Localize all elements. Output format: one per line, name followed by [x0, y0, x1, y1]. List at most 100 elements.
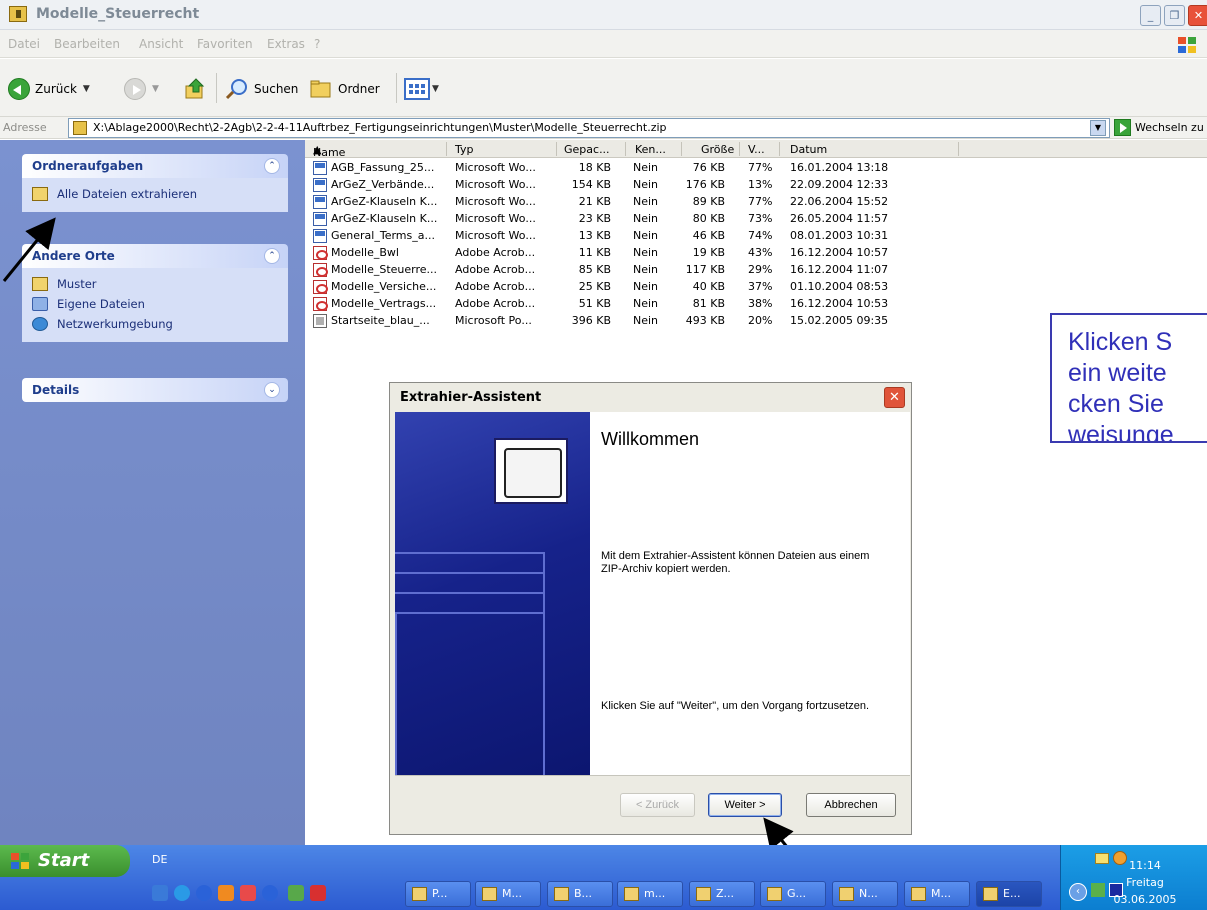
folder-tasks-header[interactable]: Ordneraufgaben ⌃: [22, 154, 288, 178]
network-tray-icon[interactable]: [1091, 883, 1105, 897]
media-icon[interactable]: [262, 885, 278, 901]
word-file-icon: [313, 178, 327, 192]
minimize-button[interactable]: _: [1140, 5, 1161, 26]
file-row[interactable]: General_Terms_a... Microsoft Wo... 13 KB Ne…: [305, 228, 965, 244]
maximize-button[interactable]: ❐: [1164, 5, 1185, 26]
folders-button[interactable]: Ordner: [308, 77, 380, 101]
windows-logo-icon: [1178, 37, 1196, 53]
clock-icon[interactable]: [218, 885, 234, 901]
start-button[interactable]: Start: [0, 845, 130, 877]
file-name: Modelle_Steuerre...: [331, 263, 438, 276]
file-row[interactable]: AGB_Fassung_25... Microsoft Wo... 18 KB Nei…: [305, 160, 965, 176]
taskbar-button[interactable]: E...: [976, 881, 1042, 907]
next-button[interactable]: Weiter >: [708, 793, 782, 817]
app-icon: [412, 887, 427, 901]
address-input[interactable]: X:\Ablage2000\Recht\2-2Agb\2-2-4-11Auftr…: [68, 118, 1110, 138]
taskbar-button[interactable]: M...: [475, 881, 541, 907]
file-packed: 154 KB: [571, 178, 611, 191]
pdf-icon[interactable]: [240, 885, 256, 901]
chevron-down-icon: ▼: [82, 84, 90, 94]
taskbar-button[interactable]: P...: [405, 881, 471, 907]
menu-help[interactable]: ?: [314, 37, 320, 51]
users-icon[interactable]: [288, 885, 304, 901]
app-icon: [554, 887, 569, 901]
column-type[interactable]: Typ: [455, 143, 474, 156]
other-places-header[interactable]: Andere Orte ⌃: [22, 244, 288, 268]
collapse-icon[interactable]: ⌃: [264, 248, 280, 264]
details-title: Details: [32, 383, 80, 397]
taskbar-button[interactable]: B...: [547, 881, 613, 907]
details-header[interactable]: Details ⌄: [22, 378, 288, 402]
menu-ansicht[interactable]: Ansicht: [139, 37, 183, 51]
database-icon[interactable]: [310, 885, 326, 901]
place-label: Muster: [57, 277, 97, 291]
other-places-title: Andere Orte: [32, 249, 115, 263]
taskbar-button[interactable]: Z...: [689, 881, 755, 907]
views-button[interactable]: ▼: [404, 77, 439, 101]
file-pw: Nein: [633, 314, 659, 327]
my-documents-icon: [32, 297, 48, 311]
search-button[interactable]: Suchen: [224, 77, 298, 101]
go-button[interactable]: Wechseln zu: [1135, 121, 1204, 134]
taskbar-button[interactable]: M...: [904, 881, 970, 907]
back-button[interactable]: Zurück ▼: [8, 77, 90, 101]
pdf-file-icon: [313, 280, 328, 294]
place-eigene-dateien[interactable]: Eigene Dateien: [22, 294, 288, 314]
column-size[interactable]: Größe: [701, 143, 734, 156]
expand-icon[interactable]: ⌄: [264, 382, 280, 398]
place-netzwerkumgebung[interactable]: Netzwerkumgebung: [22, 314, 288, 334]
file-date: 22.09.2004 12:33: [790, 178, 889, 191]
outlook-icon[interactable]: [152, 885, 168, 901]
list-header: Name ▲ Typ Gepac... Ken... Größe V... Da…: [305, 140, 1207, 159]
pdf-file-icon: [313, 297, 328, 311]
taskbar-button[interactable]: N...: [832, 881, 898, 907]
menu-bearbeiten[interactable]: Bearbeiten: [54, 37, 120, 51]
language-indicator[interactable]: DE: [152, 853, 167, 866]
pdf-file-icon: [313, 246, 328, 260]
column-password[interactable]: Ken...: [635, 143, 666, 156]
file-size: 117 KB: [685, 263, 725, 276]
chevron-left-icon[interactable]: ‹: [1069, 883, 1087, 901]
clock-date: 03.06.2005: [1113, 893, 1177, 906]
up-folder-button[interactable]: [184, 77, 208, 101]
forward-button[interactable]: ▼: [124, 77, 159, 101]
file-row[interactable]: Modelle_Versiche... Adobe Acrob... 25 KB Ne…: [305, 279, 965, 295]
folder-icon: [32, 277, 48, 291]
address-dropdown-button[interactable]: ▼: [1090, 120, 1106, 136]
taskbar-button[interactable]: m...: [617, 881, 683, 907]
menu-extras[interactable]: Extras: [267, 37, 305, 51]
column-ratio[interactable]: V...: [748, 143, 765, 156]
file-row[interactable]: ArGeZ_Verbände... Microsoft Wo... 154 KB Ne…: [305, 177, 965, 193]
internet-explorer-icon[interactable]: [174, 885, 190, 901]
file-ratio: 73%: [748, 212, 773, 225]
file-row[interactable]: ArGeZ-Klauseln K... Microsoft Wo... 21 KB N…: [305, 194, 965, 210]
file-row[interactable]: ArGeZ-Klauseln K... Microsoft Wo... 23 KB N…: [305, 211, 965, 227]
file-ratio: 20%: [748, 314, 773, 327]
file-size: 76 KB: [692, 161, 725, 174]
file-size: 176 KB: [685, 178, 725, 191]
column-name[interactable]: Name ▲: [313, 143, 345, 159]
taskbar-button[interactable]: G...: [760, 881, 826, 907]
collapse-icon[interactable]: ⌃: [264, 158, 280, 174]
back-wizard-button[interactable]: < Zurück: [620, 793, 695, 817]
dialog-close-button[interactable]: ✕: [884, 387, 905, 408]
media-player-icon[interactable]: [196, 885, 212, 901]
menu-datei[interactable]: Datei: [8, 37, 40, 51]
place-muster[interactable]: Muster: [22, 274, 288, 294]
callout-text: Klicken S ein weite cken Sie weisunge: [1068, 328, 1174, 443]
file-row[interactable]: Modelle_Vertrags... Adobe Acrob... 51 KB Ne…: [305, 296, 965, 312]
clock-time[interactable]: 11:14: [1105, 859, 1185, 872]
file-ratio: 38%: [748, 297, 773, 310]
file-row[interactable]: Startseite_blau_... Microsoft Po... 396 KB…: [305, 313, 965, 329]
column-packed[interactable]: Gepac...: [564, 143, 610, 156]
file-row[interactable]: Modelle_Steuerre... Adobe Acrob... 85 KB Ne…: [305, 262, 965, 278]
folder-tasks-section: Ordneraufgaben ⌃ Alle Dateien extrahiere…: [22, 154, 288, 212]
go-arrow-icon[interactable]: [1114, 119, 1131, 136]
column-date[interactable]: Datum: [790, 143, 827, 156]
word-file-icon: [313, 229, 327, 243]
file-row[interactable]: Modelle_Bwl Adobe Acrob... 11 KB Nein 19 KB 4…: [305, 245, 965, 261]
cancel-button[interactable]: Abbrechen: [806, 793, 896, 817]
close-button[interactable]: ✕: [1188, 5, 1207, 26]
extract-all-link[interactable]: Alle Dateien extrahieren: [22, 184, 288, 204]
menu-favoriten[interactable]: Favoriten: [197, 37, 253, 51]
